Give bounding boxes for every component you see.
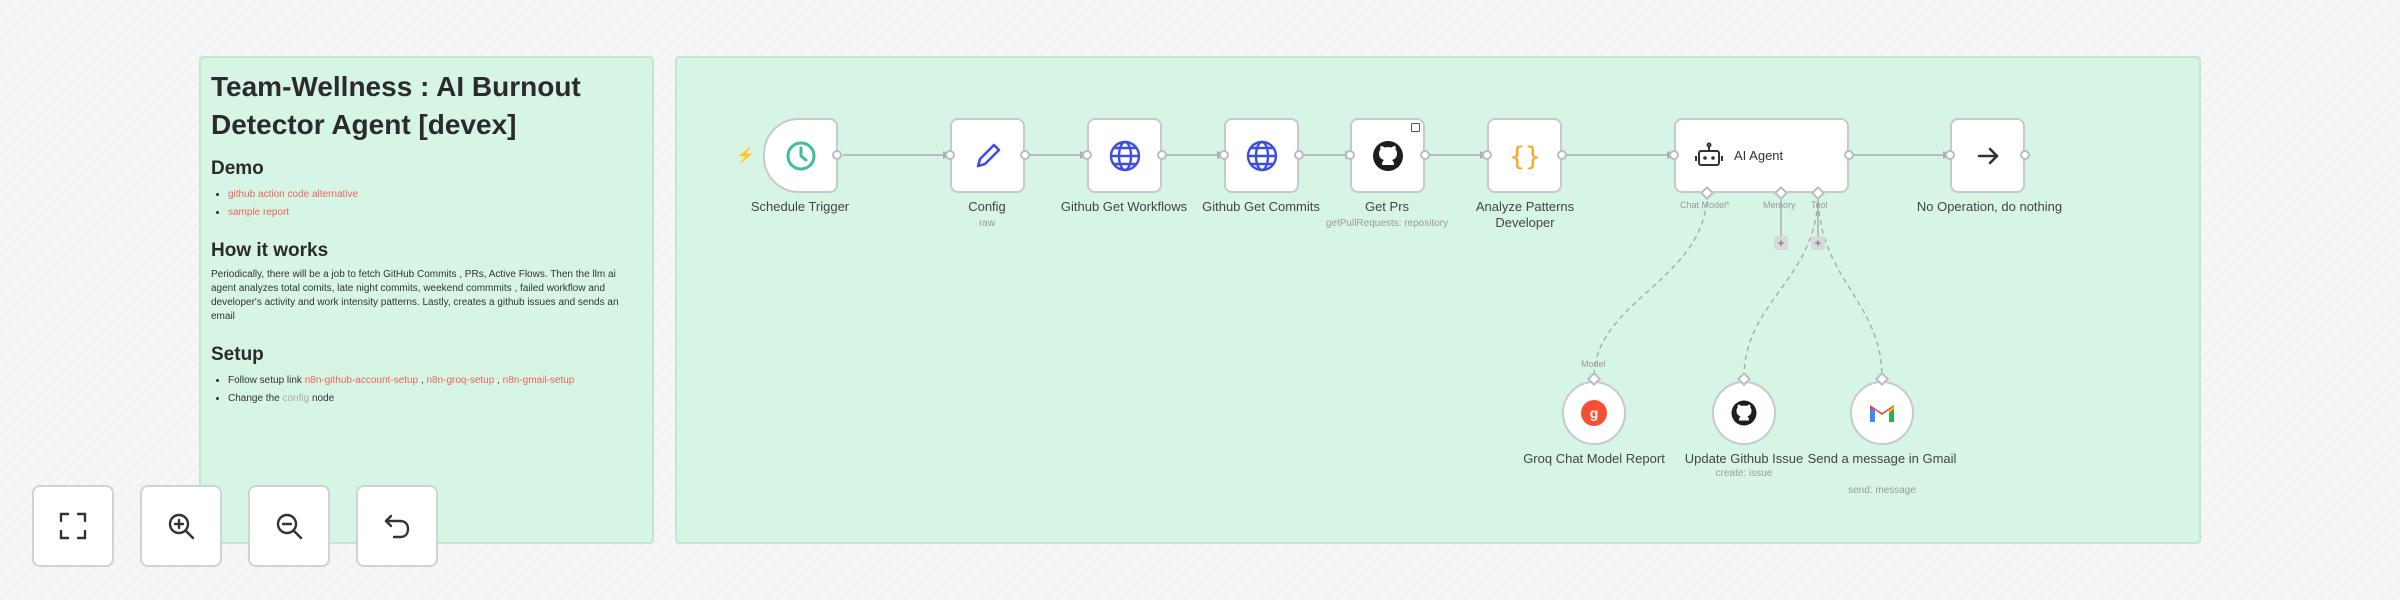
- external-link-icon: [1411, 123, 1420, 132]
- node-input-handle[interactable]: [1219, 150, 1229, 160]
- setup-prefix: Follow setup link: [228, 375, 302, 386]
- pencil-icon: [976, 143, 1000, 167]
- node-groq-chat-model[interactable]: g: [1562, 381, 1626, 445]
- node-output-handle[interactable]: [1294, 150, 1304, 160]
- node-config[interactable]: [950, 118, 1025, 193]
- node-label: AI Agent: [1734, 148, 1784, 163]
- setup-link-github[interactable]: n8n-github-account-setup: [305, 375, 418, 386]
- trigger-bolt-icon: ⚡: [736, 147, 755, 164]
- gmail-icon: [1870, 405, 1894, 422]
- fit-view-button[interactable]: [32, 485, 114, 567]
- robot-icon: [1695, 142, 1723, 166]
- node-github-get-commits[interactable]: [1224, 118, 1299, 193]
- globe-icon: [1246, 140, 1277, 171]
- setup-link-groq[interactable]: n8n-groq-setup: [426, 375, 494, 386]
- node-label: Github Get Workflows: [1060, 199, 1188, 214]
- setup-change-prefix: Change the: [228, 393, 280, 404]
- port-label-memory: Memory: [1763, 200, 1796, 210]
- node-github-get-workflows[interactable]: [1087, 118, 1162, 193]
- zoom-in-icon: [168, 513, 195, 540]
- node-label: No Operation, do nothing: [1916, 199, 2063, 214]
- github-icon: [1372, 140, 1403, 171]
- braces-icon: {}: [1509, 142, 1540, 172]
- port-label-tool: Tool: [1811, 200, 1828, 210]
- node-input-handle[interactable]: [1345, 150, 1355, 160]
- node-output-handle[interactable]: [1557, 150, 1567, 160]
- setup-link-gmail[interactable]: n8n-gmail-setup: [503, 375, 575, 386]
- zoom-out-icon: [276, 513, 303, 540]
- node-subtitle: send: message: [1848, 485, 1916, 496]
- node-analyze-patterns[interactable]: {}: [1487, 118, 1562, 193]
- arrow-right-icon: [1977, 147, 1998, 164]
- fit-view-icon: [59, 512, 87, 540]
- node-output-handle[interactable]: [1844, 150, 1854, 160]
- node-output-handle[interactable]: [832, 150, 842, 160]
- undo-icon: [384, 514, 410, 539]
- node-input-handle[interactable]: [1082, 150, 1092, 160]
- add-memory-button[interactable]: +: [1774, 236, 1788, 250]
- node-output-handle[interactable]: [1420, 150, 1430, 160]
- sticky-note[interactable]: Team-Wellness : AI Burnout Detector Agen…: [199, 56, 654, 544]
- note-how-body: Periodically, there will be a job to fet…: [211, 269, 619, 322]
- clock-icon: [786, 141, 815, 170]
- note-heading-setup: Setup: [211, 344, 264, 365]
- globe-icon: [1109, 140, 1140, 171]
- add-tool-button[interactable]: +: [1811, 236, 1825, 250]
- node-ai-agent[interactable]: AI Agent: [1674, 118, 1849, 193]
- setup-config-code: config: [282, 393, 310, 404]
- node-output-handle[interactable]: [1157, 150, 1167, 160]
- node-no-operation[interactable]: [1950, 118, 2025, 193]
- port-label-model: Model: [1581, 359, 1606, 369]
- node-label: Analyze Patterns Developer: [1475, 199, 1575, 230]
- port-label-chat-model: Chat Model*: [1680, 200, 1730, 210]
- node-label: Schedule Trigger: [750, 199, 850, 214]
- node-subtitle: create: issue: [1715, 468, 1773, 479]
- node-schedule-trigger[interactable]: [763, 118, 838, 193]
- node-label: Get Prs: [1364, 199, 1410, 214]
- node-gmail[interactable]: [1850, 381, 1914, 445]
- node-output-handle[interactable]: [1020, 150, 1030, 160]
- node-label: Update Github Issue: [1684, 451, 1804, 466]
- svg-text:{}: {}: [1509, 142, 1540, 172]
- note-heading-demo: Demo: [211, 158, 264, 179]
- undo-button[interactable]: [356, 485, 438, 567]
- setup-list: Follow setup link n8n-github-account-set…: [211, 372, 642, 408]
- node-label: Groq Chat Model Report: [1523, 451, 1665, 466]
- node-input-handle[interactable]: [945, 150, 955, 160]
- svg-text:g: g: [1590, 405, 1599, 421]
- github-icon: [1731, 400, 1757, 426]
- zoom-out-button[interactable]: [248, 485, 330, 567]
- setup-change-suffix: node: [311, 393, 335, 404]
- demo-link-github-action[interactable]: github action code alternative: [228, 189, 358, 200]
- node-input-handle[interactable]: [1945, 150, 1955, 160]
- node-input-handle[interactable]: [1482, 150, 1492, 160]
- note-heading-how: How it works: [211, 240, 329, 261]
- node-output-handle[interactable]: [2020, 150, 2030, 160]
- node-update-github-issue[interactable]: [1712, 381, 1776, 445]
- node-input-handle[interactable]: [1669, 150, 1679, 160]
- groq-icon: g: [1581, 400, 1607, 426]
- node-label: Send a message in Gmail: [1807, 451, 1957, 466]
- zoom-in-button[interactable]: [140, 485, 222, 567]
- demo-links: github action code alternative sample re…: [211, 186, 642, 222]
- note-title: Team-Wellness : AI Burnout Detector Agen…: [211, 71, 581, 140]
- node-subtitle: raw: [978, 218, 996, 229]
- node-get-prs[interactable]: [1350, 118, 1425, 193]
- demo-link-sample-report[interactable]: sample report: [228, 207, 289, 218]
- node-label: Config: [968, 199, 1006, 214]
